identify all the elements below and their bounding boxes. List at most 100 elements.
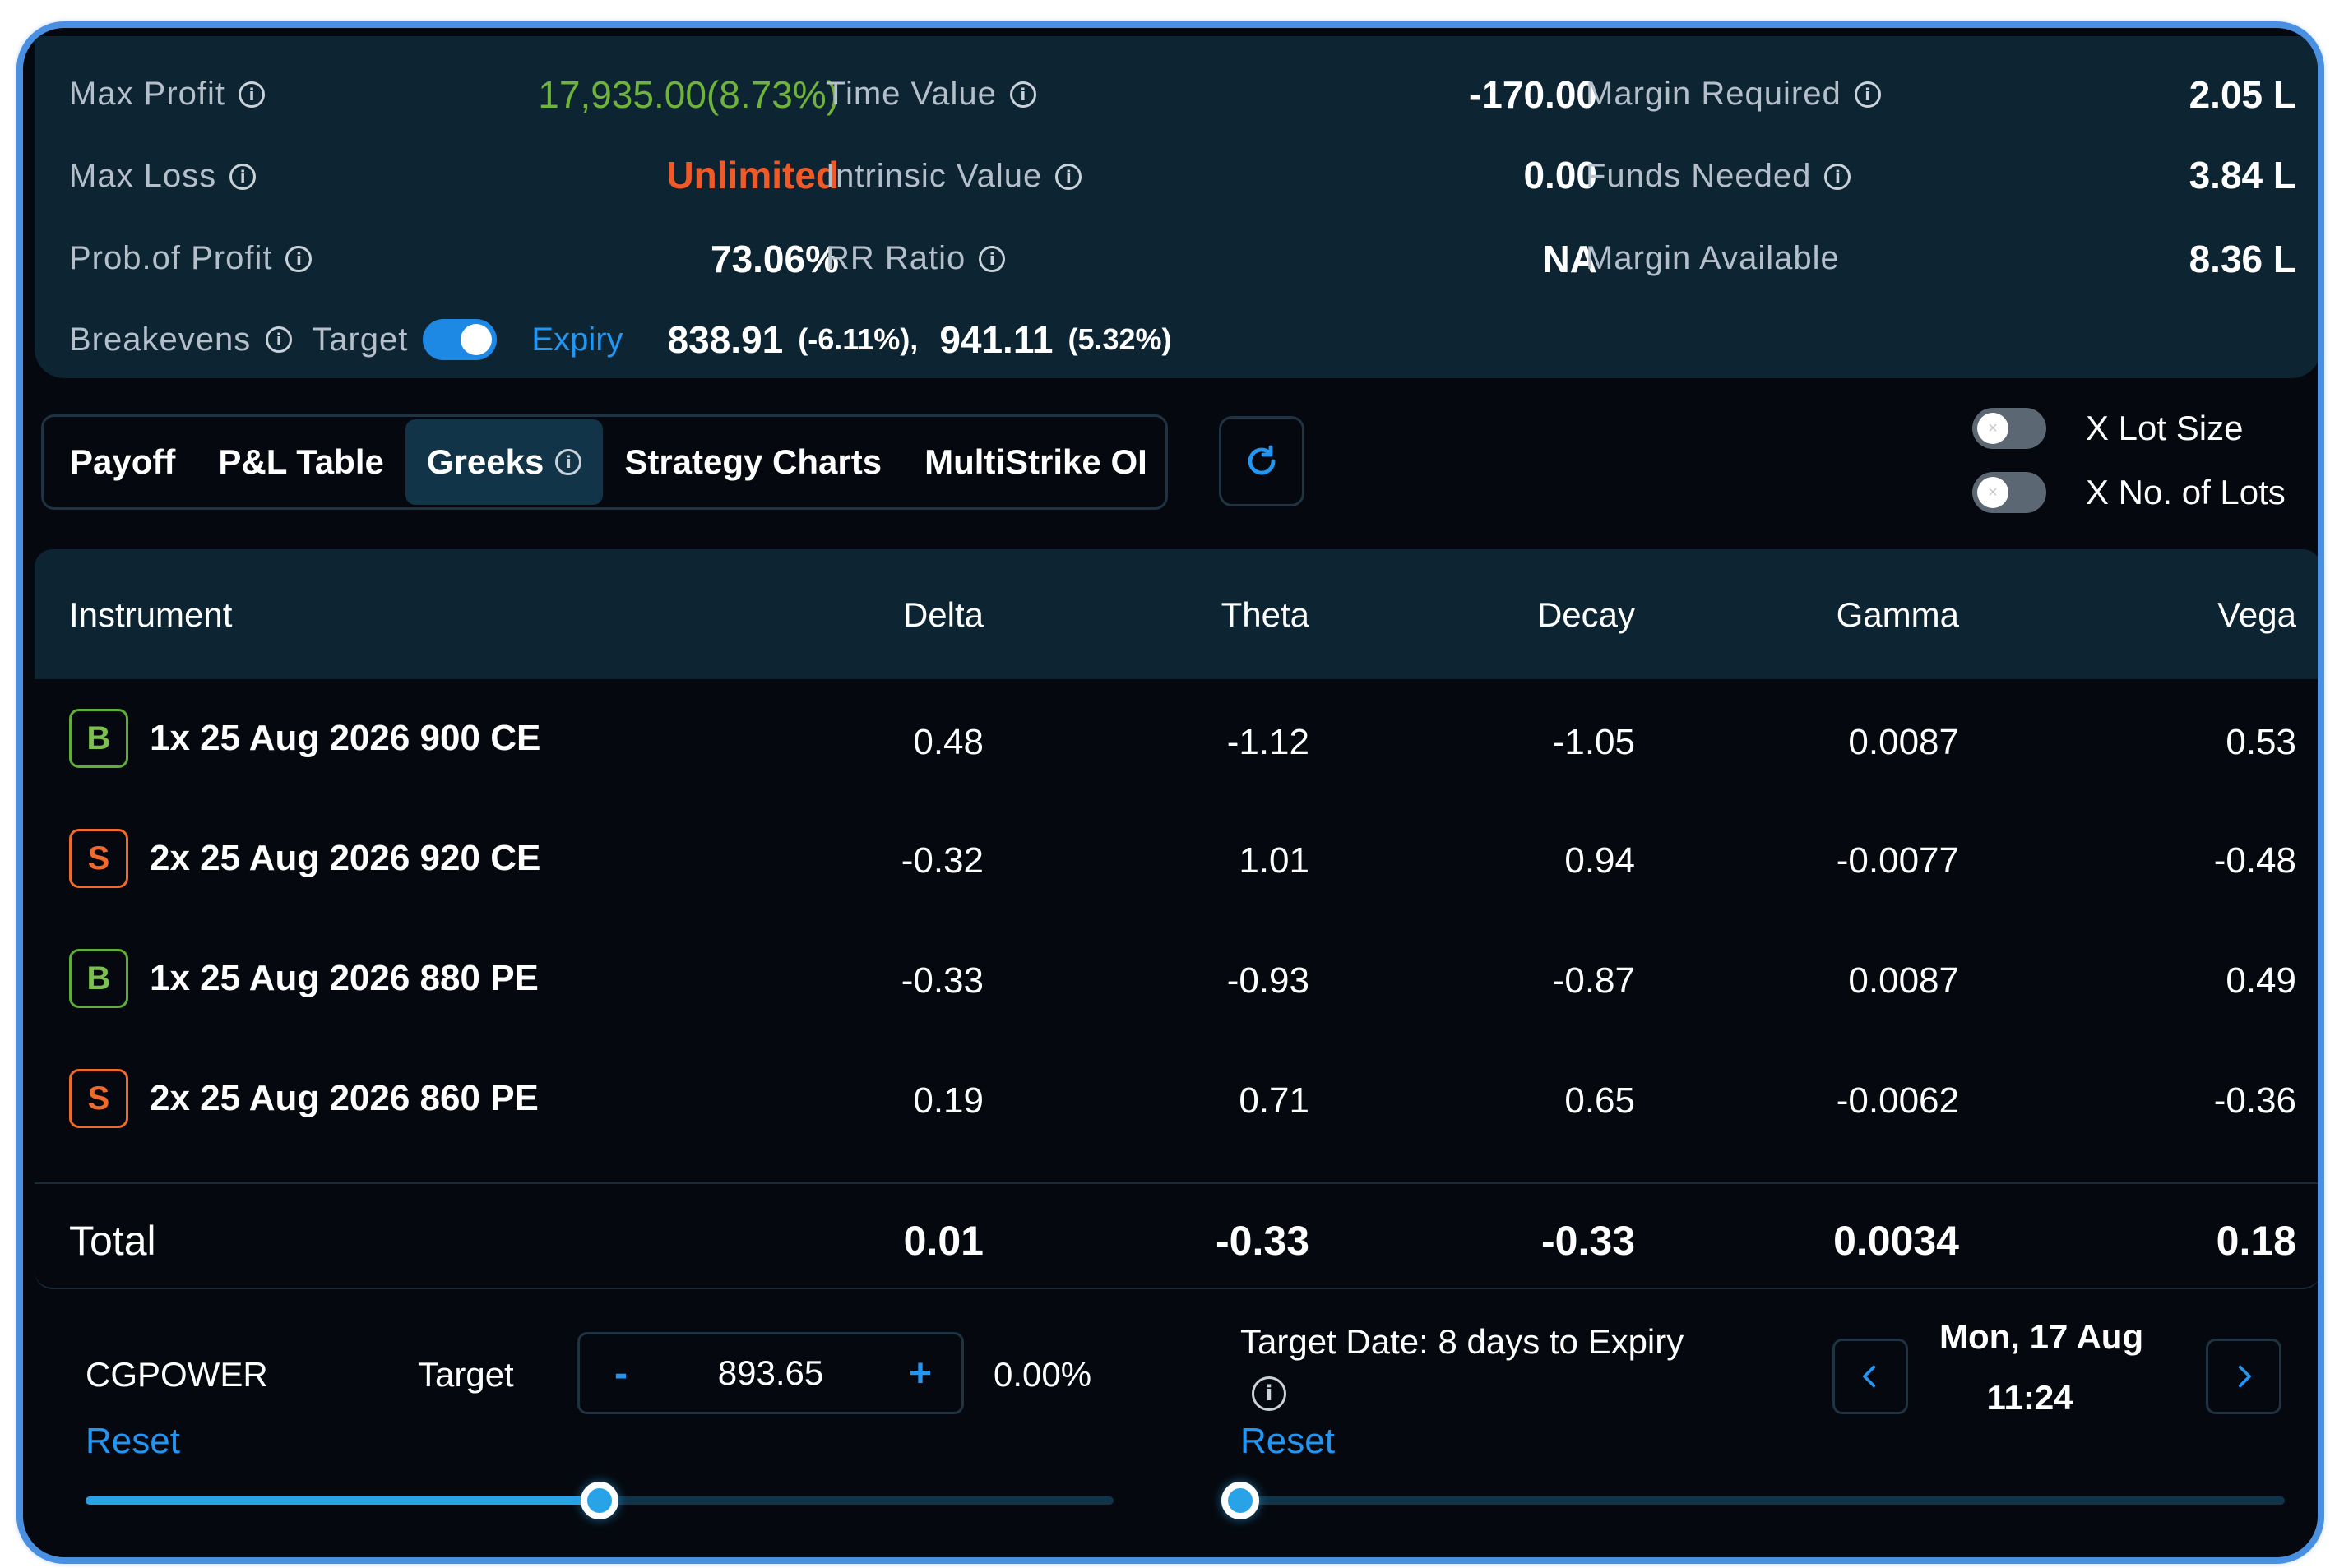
greeks-table-header: Instrument Delta Theta Decay Gamma Vega: [35, 549, 2318, 679]
decrement-button[interactable]: -: [605, 1351, 637, 1396]
breakevens-label: Breakevens: [69, 321, 252, 358]
analysis-tabs: Payoff P&L Table Greeks i Strategy Chart…: [41, 414, 1168, 510]
tab-strategy-charts[interactable]: Strategy Charts: [603, 419, 903, 505]
increment-button[interactable]: +: [904, 1351, 937, 1396]
margin-required-label: Margin Required i: [1586, 76, 1881, 113]
sell-badge: S: [69, 1069, 128, 1128]
total-theta: -0.33: [1216, 1218, 1309, 1264]
table-row: S 2x 25 Aug 2026 860 PE 0.19 0.71 0.65 -…: [35, 1039, 2318, 1159]
theta-value: -0.93: [1226, 960, 1309, 1001]
tab-pl-table[interactable]: P&L Table: [197, 419, 405, 505]
table-row: B 1x 25 Aug 2026 900 CE 0.48 -1.12 -1.05…: [35, 679, 2318, 799]
breakeven-mode-toggle[interactable]: [423, 319, 498, 360]
vega-value: -0.36: [2213, 1080, 2296, 1121]
tab-greeks[interactable]: Greeks i: [405, 419, 604, 505]
table-row: S 2x 25 Aug 2026 920 CE -0.32 1.01 0.94 …: [35, 799, 2318, 919]
info-icon[interactable]: i: [555, 449, 582, 475]
target-change-percent: 0.00%: [994, 1355, 1092, 1394]
info-icon[interactable]: i: [1009, 81, 1036, 108]
target-date-slider-handle[interactable]: [1221, 1482, 1259, 1519]
theta-value: 0.71: [1239, 1080, 1309, 1121]
decay-value: 0.65: [1564, 1080, 1635, 1121]
breakeven-value-1: 838.91: [667, 318, 784, 361]
tab-payoff[interactable]: Payoff: [49, 419, 197, 505]
column-header-gamma: Gamma: [1836, 595, 1959, 634]
instrument-name: 2x 25 Aug 2026 920 CE: [150, 838, 541, 878]
symbol-name: CGPOWER: [86, 1355, 268, 1394]
target-price-slider[interactable]: [86, 1482, 1114, 1519]
table-row: B 1x 25 Aug 2026 880 PE -0.33 -0.93 -0.8…: [35, 919, 2318, 1039]
info-icon[interactable]: i: [1055, 163, 1082, 190]
vega-value: 0.49: [2226, 960, 2296, 1001]
buy-badge: B: [69, 709, 128, 768]
breakeven-expiry-label: Expiry: [531, 321, 623, 358]
prob-of-profit-value: 73.06%: [710, 238, 839, 280]
time-value-value: -170.00: [1468, 73, 1597, 116]
target-date-slider[interactable]: [1221, 1482, 2285, 1519]
target-price-label: Target: [418, 1355, 514, 1394]
decay-value: -0.87: [1552, 960, 1635, 1001]
info-icon[interactable]: i: [266, 326, 293, 353]
date-reset-link[interactable]: Reset: [1240, 1421, 1335, 1462]
target-price-slider-fill: [86, 1496, 600, 1505]
total-gamma: 0.0034: [1833, 1218, 1959, 1264]
margin-required-value: 2.05 L: [2189, 73, 2296, 116]
info-icon[interactable]: i: [239, 81, 266, 108]
breakeven-pct-1: (-6.11%),: [798, 322, 919, 356]
tab-multistrike-oi[interactable]: MultiStrike OI: [903, 419, 1169, 505]
intrinsic-value-label: Intrinsic Value i: [826, 158, 1082, 195]
column-header-instrument: Instrument: [69, 595, 233, 634]
max-profit-label: Max Profit i: [69, 76, 266, 113]
margin-available-label: Margin Available: [1586, 240, 1840, 276]
sell-badge: S: [69, 829, 128, 888]
vega-value: -0.48: [2213, 840, 2296, 881]
rr-ratio-label: RR Ratio i: [826, 240, 1006, 277]
breakevens-row: Breakevens i Target Expiry 838.91 (-6.11…: [69, 317, 1172, 362]
info-icon[interactable]: i: [285, 245, 313, 272]
gamma-value: -0.0062: [1836, 1080, 1959, 1121]
gamma-value: 0.0087: [1848, 722, 1959, 762]
total-row: Total 0.01 -0.33 -0.33 0.0034 0.18: [35, 1182, 2318, 1289]
max-profit-value: 17,935.00(8.73%): [538, 73, 839, 116]
target-price-stepper: - 893.65 +: [577, 1332, 964, 1414]
info-icon[interactable]: i: [1252, 1376, 1286, 1411]
delta-value: -0.32: [901, 840, 984, 881]
strategy-panel: Max Profit i 17,935.00(8.73%) Max Loss i…: [16, 21, 2324, 1564]
column-header-theta: Theta: [1221, 595, 1309, 634]
chevron-left-icon: [1863, 1365, 1876, 1388]
total-label: Total: [69, 1218, 156, 1264]
no-of-lots-toggle[interactable]: ×: [1972, 472, 2046, 513]
funds-needed-value: 3.84 L: [2189, 154, 2296, 197]
no-of-lots-label: X No. of Lots: [2086, 473, 2286, 511]
info-icon[interactable]: i: [1854, 81, 1881, 108]
instrument-name: 1x 25 Aug 2026 880 PE: [150, 958, 539, 998]
theta-value: -1.12: [1226, 722, 1309, 762]
column-header-decay: Decay: [1536, 595, 1635, 634]
target-price-slider-handle[interactable]: [581, 1482, 618, 1519]
delta-value: 0.48: [913, 722, 984, 762]
instrument-name: 1x 25 Aug 2026 900 CE: [150, 718, 541, 758]
info-icon[interactable]: i: [979, 245, 1006, 272]
lot-size-toggle-row: × X Lot Size: [1972, 408, 2243, 449]
target-price-value[interactable]: 893.65: [718, 1353, 823, 1393]
strategy-summary: Max Profit i 17,935.00(8.73%) Max Loss i…: [35, 36, 2318, 378]
margin-available-value: 8.36 L: [2189, 238, 2296, 280]
instrument-name: 2x 25 Aug 2026 860 PE: [150, 1078, 539, 1118]
chevron-right-icon: [2238, 1365, 2251, 1388]
target-reset-link[interactable]: Reset: [86, 1421, 180, 1462]
breakeven-target-label: Target: [312, 321, 409, 358]
prob-of-profit-label: Prob.of Profit i: [69, 240, 313, 277]
info-icon[interactable]: i: [1824, 163, 1851, 190]
target-date-label: Target Date: 8 days to Expiry: [1240, 1322, 1684, 1361]
previous-date-button[interactable]: [1832, 1339, 1908, 1414]
target-date-time: 11:24: [1986, 1378, 2073, 1417]
delta-value: -0.33: [901, 960, 984, 1001]
lot-size-toggle[interactable]: ×: [1972, 408, 2046, 449]
column-header-vega: Vega: [2217, 595, 2296, 634]
next-date-button[interactable]: [2206, 1339, 2281, 1414]
refresh-button[interactable]: [1219, 416, 1304, 506]
max-loss-value: Unlimited: [666, 154, 839, 197]
delta-value: 0.19: [913, 1080, 984, 1121]
info-icon[interactable]: i: [229, 163, 257, 190]
decay-value: -1.05: [1552, 722, 1635, 762]
